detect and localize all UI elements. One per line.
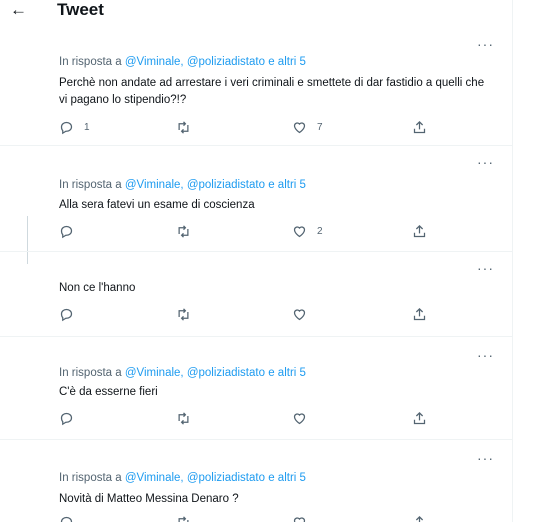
retweet-icon <box>178 121 189 134</box>
tweet-text: Non ce l'hanno <box>59 282 136 294</box>
tweet-4[interactable]: ··· In risposta a @Viminale, @poliziadis… <box>0 337 512 440</box>
thread-line <box>27 216 28 251</box>
tweet-1[interactable]: ··· In risposta a @Viminale, @poliziadis… <box>0 30 512 146</box>
like-count: 7 <box>317 122 323 133</box>
retweet-button[interactable] <box>176 120 201 135</box>
heart-icon <box>293 309 306 321</box>
more-options-icon[interactable]: ··· <box>477 347 494 363</box>
reply-icon <box>60 516 73 522</box>
share-icon <box>413 224 426 238</box>
reply-context: In risposta a @Viminale, @poliziadistato… <box>59 367 306 379</box>
share-button[interactable] <box>412 515 427 522</box>
reply-icon <box>60 308 73 322</box>
mention-poliziadistato[interactable]: @poliziadistato <box>187 56 265 68</box>
mention-poliziadistato[interactable]: @poliziadistato <box>187 179 265 191</box>
share-icon <box>413 307 426 321</box>
tweet-text: C'è da esserne fieri <box>59 386 158 398</box>
tweet-actions <box>59 307 439 325</box>
reply-button[interactable] <box>59 224 84 239</box>
heart-icon <box>293 226 306 238</box>
retweet-button[interactable] <box>176 224 201 239</box>
more-options-icon[interactable]: ··· <box>477 260 494 276</box>
share-icon <box>413 411 426 425</box>
thread-line <box>27 252 28 264</box>
reply-icon <box>60 121 73 135</box>
tweet-actions: 2 <box>59 224 439 242</box>
retweet-button[interactable] <box>176 411 201 426</box>
share-button[interactable] <box>412 224 427 239</box>
like-button[interactable] <box>292 515 317 522</box>
retweet-icon <box>178 516 189 522</box>
mention-others[interactable]: e altri 5 <box>268 56 306 68</box>
mention-viminale[interactable]: @Viminale, <box>125 472 184 484</box>
reply-button[interactable]: 1 <box>59 120 90 135</box>
tweet-text: Novità di Matteo Messina Denaro ? <box>59 493 239 505</box>
share-icon <box>415 515 424 522</box>
tweet-text: Perchè non andate ad arrestare i veri cr… <box>59 77 485 106</box>
like-button[interactable]: 7 <box>292 120 323 135</box>
mention-viminale[interactable]: @Viminale, <box>125 179 184 191</box>
more-options-icon[interactable]: ··· <box>477 154 494 170</box>
share-icon <box>413 120 426 134</box>
like-button[interactable] <box>292 411 317 426</box>
reply-button[interactable] <box>59 307 84 322</box>
more-options-icon[interactable]: ··· <box>477 36 494 52</box>
reply-icon <box>60 225 73 239</box>
tweet-actions <box>59 411 439 429</box>
retweet-icon <box>178 308 189 321</box>
like-count: 2 <box>317 226 323 237</box>
mention-viminale[interactable]: @Viminale, <box>125 367 184 379</box>
reply-button[interactable] <box>59 515 84 522</box>
like-button[interactable]: 2 <box>292 224 323 239</box>
back-arrow-icon[interactable]: ← <box>10 0 27 20</box>
page-header: ← Tweet <box>0 0 512 30</box>
mention-others[interactable]: e altri 5 <box>268 367 306 379</box>
timeline-column: ← Tweet ··· In risposta a @Viminale, @po… <box>0 0 513 522</box>
heart-icon <box>293 413 306 425</box>
reply-context: In risposta a @Viminale, @poliziadistato… <box>59 56 306 68</box>
heart-icon <box>293 122 306 134</box>
reply-button[interactable] <box>59 411 84 426</box>
retweet-button[interactable] <box>176 307 201 322</box>
mention-others[interactable]: e altri 5 <box>268 179 306 191</box>
share-button[interactable] <box>412 411 427 426</box>
page-title: Tweet <box>57 0 104 19</box>
retweet-button[interactable] <box>176 515 201 522</box>
tweet-2[interactable]: ··· In risposta a @Viminale, @poliziadis… <box>0 146 512 252</box>
tweet-5[interactable]: ··· In risposta a @Viminale, @poliziadis… <box>0 440 512 522</box>
mention-poliziadistato[interactable]: @poliziadistato <box>187 367 265 379</box>
tweet-3[interactable]: ··· Non ce l'hanno <box>0 252 512 337</box>
mention-poliziadistato[interactable]: @poliziadistato <box>187 472 265 484</box>
tweet-text: Alla sera fatevi un esame di coscienza <box>59 199 255 211</box>
more-options-icon[interactable]: ··· <box>477 450 494 466</box>
reply-icon <box>60 412 73 426</box>
mention-viminale[interactable]: @Viminale, <box>125 56 184 68</box>
tweet-actions: 1 7 <box>59 120 439 138</box>
reply-context: In risposta a @Viminale, @poliziadistato… <box>59 179 306 191</box>
heart-icon <box>293 517 306 522</box>
retweet-icon <box>178 412 189 425</box>
retweet-icon <box>178 225 189 238</box>
mention-others[interactable]: e altri 5 <box>268 472 306 484</box>
tweet-actions <box>59 515 439 522</box>
share-button[interactable] <box>412 307 427 322</box>
like-button[interactable] <box>292 307 317 322</box>
reply-context: In risposta a @Viminale, @poliziadistato… <box>59 472 306 484</box>
share-button[interactable] <box>412 120 427 135</box>
reply-count: 1 <box>84 122 90 133</box>
